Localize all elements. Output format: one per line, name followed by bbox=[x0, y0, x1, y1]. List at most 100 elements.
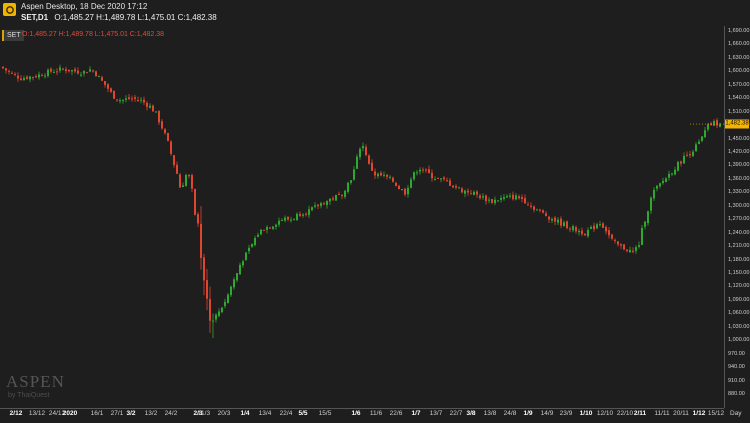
candle-down bbox=[686, 154, 688, 156]
time-tick-label: 23/9 bbox=[559, 410, 573, 417]
candle-down bbox=[545, 213, 547, 216]
time-tick-label: 1/10 bbox=[579, 410, 593, 417]
candle-down bbox=[104, 80, 106, 85]
candle-up bbox=[698, 141, 700, 144]
candle-down bbox=[113, 90, 115, 99]
time-tick-label: 22/10 bbox=[616, 410, 634, 417]
candle-up bbox=[350, 180, 352, 183]
candle-down bbox=[50, 68, 52, 72]
candle-down bbox=[323, 203, 325, 205]
candle-down bbox=[371, 162, 373, 171]
candle-up bbox=[389, 176, 391, 178]
candle-down bbox=[170, 141, 172, 154]
time-tick-label: 5/5 bbox=[298, 410, 308, 417]
symbol-tag[interactable]: SET bbox=[2, 30, 24, 41]
candle-down bbox=[680, 161, 682, 164]
candle-up bbox=[359, 148, 361, 158]
candle-up bbox=[248, 247, 250, 252]
price-tick-label: 1,570.00 bbox=[728, 81, 750, 88]
candle-up bbox=[224, 301, 226, 307]
price-tick-label: 1,000.00 bbox=[728, 337, 750, 344]
header-ohlc-values: O:1,485.27 H:1,489.78 L:1,475.01 C:1,482… bbox=[54, 13, 217, 22]
candle-up bbox=[677, 161, 679, 171]
candle-up bbox=[227, 294, 229, 304]
candle-up bbox=[47, 69, 49, 77]
candle-down bbox=[461, 188, 463, 193]
price-tick-label: 1,510.00 bbox=[728, 108, 750, 115]
candle-up bbox=[140, 99, 142, 101]
candle-down bbox=[575, 227, 577, 232]
candle-up bbox=[230, 286, 232, 296]
candle-down bbox=[11, 72, 13, 74]
candle-down bbox=[338, 193, 340, 195]
price-tick-label: 1,270.00 bbox=[728, 216, 750, 223]
candle-down bbox=[422, 169, 424, 171]
candle-down bbox=[584, 233, 586, 236]
time-tick-label: 3/2 bbox=[126, 410, 136, 417]
candle-down bbox=[512, 194, 514, 200]
candle-up bbox=[308, 209, 310, 216]
candle-up bbox=[704, 130, 706, 138]
candle-up bbox=[278, 220, 280, 225]
candle-down bbox=[143, 99, 145, 103]
candle-up bbox=[320, 203, 322, 206]
time-axis[interactable] bbox=[0, 408, 724, 423]
time-tick-label: 2020 bbox=[62, 410, 78, 417]
candle-down bbox=[689, 154, 691, 156]
candle-down bbox=[374, 171, 376, 176]
candle-up bbox=[83, 70, 85, 74]
time-tick-label: 3/8 bbox=[466, 410, 476, 417]
candle-down bbox=[203, 257, 205, 281]
candle-up bbox=[80, 74, 82, 76]
candle-up bbox=[254, 238, 256, 246]
candle-down bbox=[176, 164, 178, 174]
price-tick-label: 1,420.00 bbox=[728, 149, 750, 155]
candle-up bbox=[119, 100, 121, 102]
candle-up bbox=[596, 224, 598, 229]
time-tick-label: 27/1 bbox=[110, 410, 124, 417]
candle-down bbox=[14, 74, 16, 76]
time-tick-label: 11/3 bbox=[197, 410, 211, 417]
price-tick-label: 1,120.00 bbox=[728, 283, 750, 290]
candle-down bbox=[146, 102, 148, 107]
price-tick-label: 970.00 bbox=[728, 350, 745, 357]
candle-down bbox=[74, 69, 76, 72]
time-tick-label: 22/7 bbox=[449, 410, 463, 417]
price-tick-label: 1,690.00 bbox=[728, 28, 750, 34]
candle-up bbox=[251, 243, 253, 247]
candle-down bbox=[467, 190, 469, 193]
price-tick-label: 940.00 bbox=[728, 364, 745, 371]
candle-down bbox=[332, 198, 334, 200]
candle-down bbox=[521, 197, 523, 199]
candle-up bbox=[707, 124, 709, 130]
candle-up bbox=[221, 307, 223, 313]
time-tick-label: 13/12 bbox=[28, 410, 46, 417]
candle-up bbox=[218, 311, 220, 316]
candle-up bbox=[413, 172, 415, 180]
candle-down bbox=[194, 188, 196, 215]
candle-down bbox=[614, 239, 616, 241]
timeframe-label[interactable]: Day bbox=[730, 410, 742, 417]
candle-up bbox=[464, 190, 466, 194]
candle-down bbox=[554, 217, 556, 222]
time-tick-label: 22/4 bbox=[279, 410, 293, 417]
candlestick-chart[interactable] bbox=[0, 26, 724, 408]
candle-down bbox=[449, 180, 451, 186]
candle-down bbox=[134, 97, 136, 99]
candle-down bbox=[317, 204, 319, 207]
price-tick-label: 1,240.00 bbox=[728, 229, 750, 236]
candle-down bbox=[380, 172, 382, 176]
candle-down bbox=[476, 191, 478, 195]
time-tick-label: 22/6 bbox=[389, 410, 403, 417]
candle-down bbox=[161, 121, 163, 129]
price-tick-label: 1,210.00 bbox=[728, 243, 750, 250]
candle-down bbox=[530, 205, 532, 207]
candle-down bbox=[569, 228, 571, 230]
price-tick-label: 910.00 bbox=[728, 377, 745, 384]
price-tick-label: 1,390.00 bbox=[728, 162, 750, 169]
candle-down bbox=[173, 155, 175, 166]
price-tick-label: 1,600.00 bbox=[728, 68, 750, 75]
candle-down bbox=[470, 193, 472, 195]
price-tick-label: 1,150.00 bbox=[728, 270, 750, 276]
aspen-logo-icon[interactable] bbox=[3, 3, 16, 16]
